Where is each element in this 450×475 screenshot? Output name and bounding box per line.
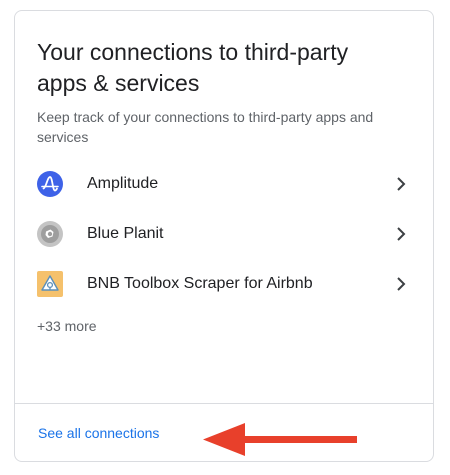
card-title: Your connections to third-party apps & s…	[37, 39, 349, 96]
blue-planit-logo-icon	[37, 221, 63, 247]
card-footer-divider	[15, 403, 433, 404]
connections-list: Amplitude Blue Planit BNB Toolbox Scrape…	[37, 159, 411, 309]
bnb-toolbox-logo-icon	[37, 271, 63, 297]
chevron-right-icon	[391, 174, 411, 194]
see-all-connections-link[interactable]: See all connections	[38, 425, 159, 441]
app-name: BNB Toolbox Scraper for Airbnb	[87, 275, 313, 292]
amplitude-logo-icon	[37, 171, 63, 197]
more-connections-count: +33 more	[37, 318, 97, 334]
app-name: Blue Planit	[87, 225, 164, 242]
third-party-connections-card: Your connections to third-party apps & s…	[14, 10, 434, 462]
card-description: Keep track of your connections to third-…	[37, 109, 374, 145]
app-name: Amplitude	[87, 175, 159, 192]
chevron-right-icon	[391, 274, 411, 294]
chevron-right-icon	[391, 224, 411, 244]
connection-row-bnb-toolbox[interactable]: BNB Toolbox Scraper for Airbnb	[37, 259, 411, 309]
connection-row-amplitude[interactable]: Amplitude	[37, 159, 411, 209]
connection-row-blue-planit[interactable]: Blue Planit	[37, 209, 411, 259]
annotation-arrow-icon	[201, 419, 361, 459]
